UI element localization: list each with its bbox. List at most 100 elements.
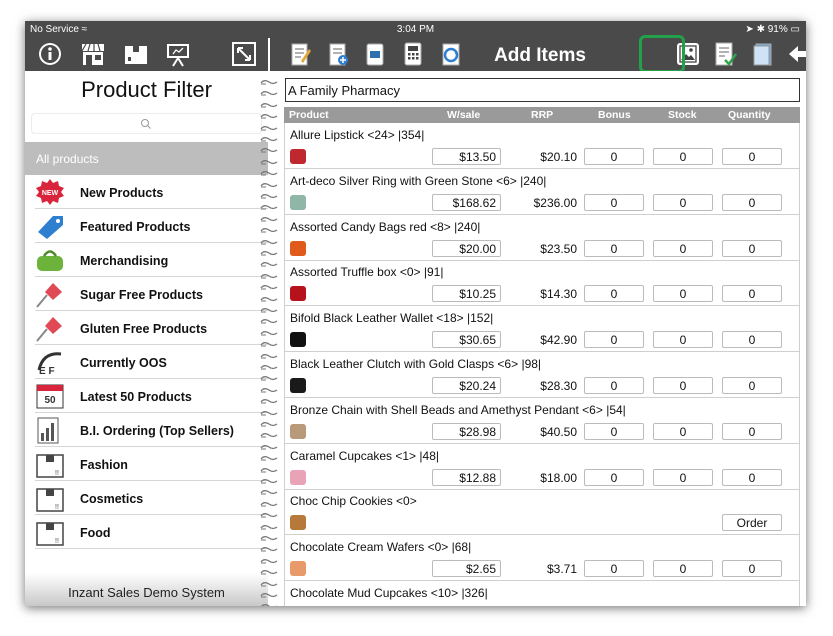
box-icon[interactable] xyxy=(123,41,149,67)
stock-field[interactable]: 0 xyxy=(653,148,713,165)
table-row[interactable]: Caramel Cupcakes <1> |48| $12.88 $18.00 0 0 0 xyxy=(285,444,799,490)
pushpin-icon xyxy=(36,317,62,342)
calculator-icon[interactable] xyxy=(400,41,426,67)
quantity-field[interactable]: 0 xyxy=(722,148,782,165)
filter-item-featured-products[interactable]: Featured Products xyxy=(35,209,268,243)
stock-field[interactable]: 0 xyxy=(653,331,713,349)
wsale-price-field[interactable]: $20.24 xyxy=(432,377,501,394)
bonus-field[interactable]: 0 xyxy=(584,422,644,440)
table-row[interactable]: Chocolate Cream Wafers <0> |68| $2.65 $3.7… xyxy=(285,535,799,582)
svg-text:!!: !! xyxy=(55,538,59,545)
quantity-field[interactable]: 0 xyxy=(722,560,782,578)
customer-name-field[interactable]: A Family Pharmacy xyxy=(285,78,800,102)
document-upload-icon[interactable] xyxy=(325,41,351,67)
stock-field[interactable]: 0 xyxy=(653,239,713,257)
wsale-price-field[interactable]: $20.00 xyxy=(432,239,501,257)
stock-field[interactable]: 0 xyxy=(653,468,713,486)
product-name: Assorted Truffle box <0> |91| xyxy=(290,265,444,280)
binding-ring xyxy=(260,405,278,416)
binding-ring xyxy=(260,530,278,541)
store-icon[interactable] xyxy=(80,41,106,67)
quantity-field[interactable]: 0 xyxy=(722,239,782,257)
filter-item-merchandising[interactable]: Merchandising xyxy=(35,243,268,277)
status-bar: No Service ≈ 3:04 PM ➤ ✱ 91% ▭ xyxy=(25,21,806,38)
bonus-field[interactable]: 0 xyxy=(584,285,644,303)
bonus-field[interactable]: 0 xyxy=(584,331,644,349)
table-row[interactable]: Black Leather Clutch with Gold Clasps <6… xyxy=(285,352,799,398)
sim-card-icon[interactable] xyxy=(362,41,388,67)
filter-item-gluten-free[interactable]: Gluten Free Products xyxy=(35,311,268,345)
quantity-field[interactable]: 0 xyxy=(722,377,782,394)
product-name: Black Leather Clutch with Gold Clasps <6… xyxy=(290,357,542,371)
table-row[interactable]: Art-deco Silver Ring with Green Stone <6… xyxy=(285,169,799,215)
table-row[interactable]: Assorted Candy Bags red <8> |240| $20.00 $… xyxy=(285,215,799,261)
filter-item-latest-50[interactable]: 50 Latest 50 Products xyxy=(35,379,268,413)
checklist-icon[interactable] xyxy=(712,41,738,67)
document-icon[interactable] xyxy=(750,41,776,67)
filter-item-currently-oos[interactable]: E F Currently OOS xyxy=(35,345,268,379)
binding-ring xyxy=(260,131,278,142)
filter-item-food[interactable]: !! Food xyxy=(35,515,268,549)
quantity-field[interactable]: 0 xyxy=(722,422,782,440)
binding-ring xyxy=(260,564,278,575)
sync-icon[interactable] xyxy=(438,41,464,67)
rrp-price: $40.50 xyxy=(540,424,577,439)
stock-field[interactable]: 0 xyxy=(653,193,713,211)
filter-item-new-products[interactable]: NEW New Products xyxy=(35,175,268,209)
bonus-field[interactable]: 0 xyxy=(584,239,644,257)
wsale-price-field[interactable]: $12.88 xyxy=(432,468,501,486)
binding-ring xyxy=(260,473,278,484)
stock-field[interactable]: 0 xyxy=(653,560,713,578)
table-row[interactable]: Bronze Chain with Shell Beads and Amethy… xyxy=(285,398,799,444)
stock-field[interactable]: 0 xyxy=(653,422,713,440)
binding-ring xyxy=(260,416,278,427)
table-row[interactable]: Chocolate Mud Cupcakes <10> |326| xyxy=(285,581,799,606)
all-products-item[interactable]: All products xyxy=(25,142,268,175)
filter-item-fashion[interactable]: !! Fashion xyxy=(35,447,268,481)
quantity-field[interactable]: 0 xyxy=(722,331,782,349)
binding-ring xyxy=(260,142,278,153)
binding-ring xyxy=(260,393,278,404)
binding-ring xyxy=(260,234,278,245)
wsale-price-field[interactable]: $28.98 xyxy=(432,422,501,440)
binding-ring xyxy=(260,313,278,324)
filter-item-sugar-free[interactable]: Sugar Free Products xyxy=(35,277,268,311)
tag-icon xyxy=(38,216,63,239)
filter-item-cosmetics[interactable]: !! Cosmetics xyxy=(35,481,268,515)
quantity-field[interactable]: 0 xyxy=(722,193,782,211)
table-row[interactable]: Allure Lipstick <24> |354| $13.50 $20.10 0 0… xyxy=(285,123,799,169)
quantity-field[interactable]: 0 xyxy=(722,468,782,486)
presentation-icon[interactable] xyxy=(165,41,191,67)
rrp-price: $23.50 xyxy=(540,241,577,256)
wsale-price-field[interactable]: $13.50 xyxy=(432,148,501,165)
product-name: Chocolate Mud Cupcakes <10> |326| xyxy=(290,586,488,600)
expand-icon[interactable] xyxy=(231,41,257,67)
quantity-field[interactable]: 0 xyxy=(722,285,782,303)
info-icon[interactable] xyxy=(37,41,63,67)
table-row[interactable]: Bifold Black Leather Wallet <18> |152| $3… xyxy=(285,306,799,353)
wsale-price-field[interactable]: $10.25 xyxy=(432,285,501,303)
product-thumbnail xyxy=(290,332,306,348)
back-arrow-icon[interactable] xyxy=(786,41,806,67)
stock-field[interactable]: 0 xyxy=(653,285,713,303)
bonus-field[interactable]: 0 xyxy=(584,468,644,486)
binding-ring xyxy=(260,496,278,507)
binding-ring xyxy=(260,359,278,370)
rrp-price: $14.30 xyxy=(540,287,577,302)
wsale-price-field[interactable]: $2.65 xyxy=(432,560,501,578)
order-button[interactable]: Order xyxy=(722,514,782,532)
search-input[interactable] xyxy=(31,113,262,134)
filter-item-bi-ordering[interactable]: B.I. Ordering (Top Sellers) xyxy=(35,413,268,447)
bonus-field[interactable]: 0 xyxy=(584,148,644,165)
bonus-field[interactable]: 0 xyxy=(584,377,644,394)
table-row[interactable]: Choc Chip Cookies <0> Order xyxy=(285,489,799,536)
wsale-price-field[interactable]: $168.62 xyxy=(432,193,501,211)
bonus-field[interactable]: 0 xyxy=(584,193,644,211)
notepad-edit-icon[interactable] xyxy=(287,41,313,67)
bonus-field[interactable]: 0 xyxy=(584,560,644,578)
wsale-price-field[interactable]: $30.65 xyxy=(432,331,501,349)
stock-field[interactable]: 0 xyxy=(653,377,713,394)
search-icon xyxy=(141,119,151,129)
table-row[interactable]: Assorted Truffle box <0> |91| $10.25 $14.3… xyxy=(285,260,799,307)
binding-ring xyxy=(260,553,278,564)
